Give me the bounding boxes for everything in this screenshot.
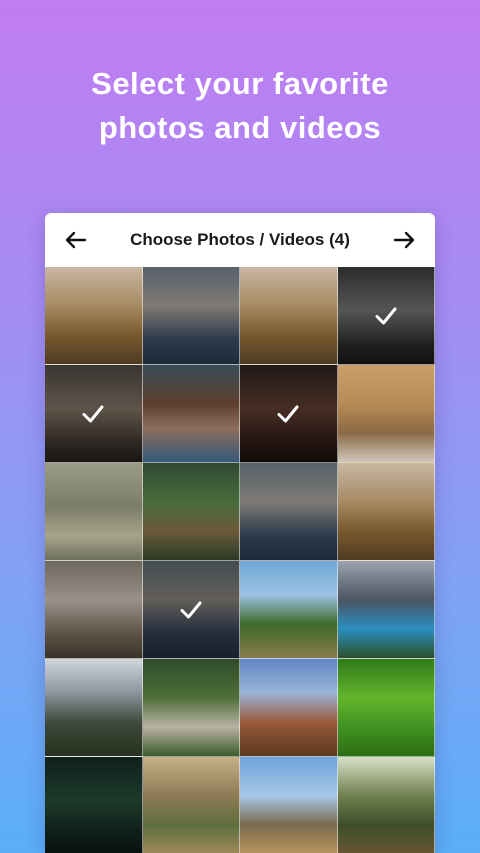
picker-header: Choose Photos / Videos (4) (45, 213, 435, 267)
picker-title: Choose Photos / Videos (4) (130, 230, 350, 249)
photo-thumbnail[interactable] (240, 267, 338, 365)
checkmark-icon (82, 405, 104, 422)
photo-picker-card: Choose Photos / Videos (4) (45, 213, 435, 853)
photo-thumbnail[interactable] (142, 365, 240, 463)
headline-line-2: photos and videos (98, 110, 382, 145)
checkmark-icon (277, 405, 299, 422)
photo-thumbnail[interactable] (337, 365, 435, 463)
photo-thumbnail[interactable] (337, 757, 435, 853)
photo-thumbnail[interactable] (142, 267, 240, 365)
photo-thumbnail[interactable] (240, 463, 338, 561)
photo-thumbnail[interactable] (337, 463, 435, 561)
photo-thumbnail[interactable] (142, 757, 240, 853)
photo-grid (45, 267, 435, 853)
photo-thumbnail[interactable] (45, 561, 143, 659)
photo-thumbnail[interactable] (240, 561, 338, 659)
photo-thumbnail[interactable] (45, 365, 143, 463)
photo-thumbnail[interactable] (45, 267, 143, 365)
arrow-left-icon (65, 231, 87, 249)
photo-thumbnail[interactable] (240, 659, 338, 757)
photo-thumbnail[interactable] (337, 659, 435, 757)
photo-thumbnail[interactable] (240, 365, 338, 463)
photo-thumbnail[interactable] (142, 561, 240, 659)
photo-thumbnail[interactable] (142, 463, 240, 561)
next-button[interactable] (391, 227, 417, 253)
photo-thumbnail[interactable] (337, 267, 435, 365)
arrow-right-icon (393, 231, 415, 249)
photo-thumbnail[interactable] (240, 757, 338, 853)
photo-thumbnail[interactable] (45, 463, 143, 561)
photo-thumbnail[interactable] (45, 757, 143, 853)
checkmark-icon (180, 601, 202, 618)
checkmark-icon (375, 307, 397, 324)
photo-thumbnail[interactable] (142, 659, 240, 757)
photo-thumbnail[interactable] (45, 659, 143, 757)
photo-thumbnail[interactable] (337, 561, 435, 659)
back-button[interactable] (63, 227, 89, 253)
headline: Select your favorite photos and videos (0, 62, 480, 150)
headline-line-1: Select your favorite (91, 66, 389, 101)
